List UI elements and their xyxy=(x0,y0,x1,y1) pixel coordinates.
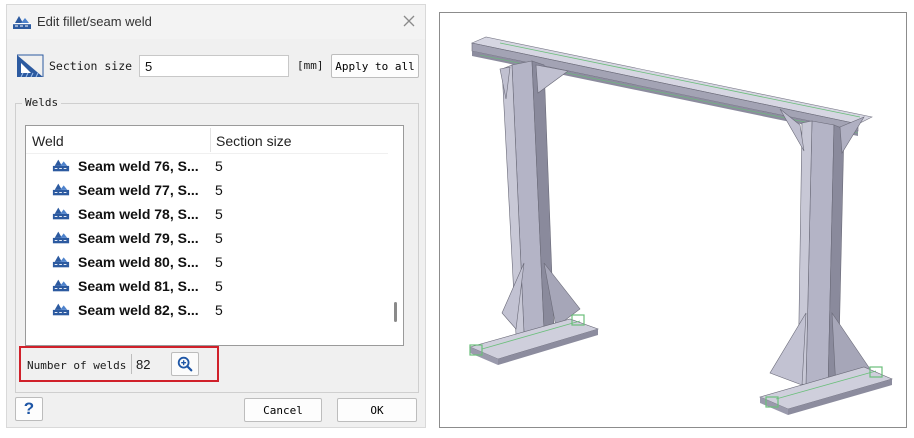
weld-icon xyxy=(52,183,70,196)
number-of-welds-label: Number of welds xyxy=(27,359,127,372)
weld-icon xyxy=(52,207,70,220)
list-scrollbar[interactable] xyxy=(388,126,403,345)
weld-section-size: 5 xyxy=(215,206,223,222)
unit-label: [mm] xyxy=(297,59,324,72)
weld-name: Seam weld 82, S... xyxy=(78,302,199,318)
column-weld[interactable]: Weld xyxy=(32,133,64,149)
weld-icon xyxy=(52,303,70,316)
dialog-title: Edit fillet/seam weld xyxy=(37,14,152,29)
table-row[interactable]: Seam weld 78, S... 5 xyxy=(26,202,388,226)
column-section-size[interactable]: Section size xyxy=(216,133,291,149)
weld-icon xyxy=(52,279,70,292)
weld-section-icon xyxy=(17,54,44,78)
weld-section-size: 5 xyxy=(215,230,223,246)
weld-name: Seam weld 81, S... xyxy=(78,278,199,294)
zoom-to-welds-button[interactable] xyxy=(171,352,199,376)
table-row[interactable]: Seam weld 82, S... 5 xyxy=(26,298,388,322)
title-bar: Edit fillet/seam weld xyxy=(7,5,425,39)
weld-name: Seam weld 79, S... xyxy=(78,230,199,246)
model-viewport[interactable] xyxy=(439,12,907,428)
weld-name: Seam weld 76, S... xyxy=(78,158,199,174)
section-size-label: Section size xyxy=(49,59,133,73)
edit-weld-dialog: Edit fillet/seam weld Section size [mm] … xyxy=(6,4,426,428)
weld-section-size: 5 xyxy=(215,158,223,174)
table-row[interactable]: Seam weld 77, S... 5 xyxy=(26,178,388,202)
close-icon[interactable] xyxy=(399,11,419,31)
welds-group-title: Welds xyxy=(22,96,62,109)
list-header: Weld Section size xyxy=(26,126,388,154)
table-row[interactable]: Seam weld 76, S... 5 xyxy=(26,154,388,178)
count-divider xyxy=(131,354,132,374)
section-size-input[interactable] xyxy=(139,55,289,77)
left-column xyxy=(499,60,581,336)
weld-list[interactable]: Weld Section size Seam weld 76, S... 5 S… xyxy=(25,125,404,346)
weld-section-size: 5 xyxy=(215,302,223,318)
help-button[interactable]: ? xyxy=(15,397,43,421)
cancel-button[interactable]: Cancel xyxy=(244,398,322,422)
weld-section-size: 5 xyxy=(215,278,223,294)
weld-icon xyxy=(13,16,31,29)
weld-section-size: 5 xyxy=(215,254,223,270)
weld-name: Seam weld 78, S... xyxy=(78,206,199,222)
section-size-row: Section size [mm] Apply to all xyxy=(7,53,425,79)
right-column xyxy=(769,108,871,392)
weld-icon xyxy=(52,231,70,244)
steel-frame-model xyxy=(469,36,893,415)
table-row[interactable]: Seam weld 79, S... 5 xyxy=(26,226,388,250)
table-row[interactable]: Seam weld 81, S... 5 xyxy=(26,274,388,298)
column-separator[interactable] xyxy=(210,128,211,152)
table-row[interactable]: Seam weld 80, S... 5 xyxy=(26,250,388,274)
weld-icon xyxy=(52,255,70,268)
number-of-welds-value: 82 xyxy=(136,357,151,372)
weld-section-size: 5 xyxy=(215,182,223,198)
zoom-in-icon xyxy=(177,356,193,372)
weld-rows: Seam weld 76, S... 5 Seam weld 77, S... … xyxy=(26,154,388,322)
weld-name: Seam weld 80, S... xyxy=(78,254,199,270)
number-of-welds-highlight: Number of welds 82 xyxy=(19,346,219,382)
weld-name: Seam weld 77, S... xyxy=(78,182,199,198)
scrollbar-thumb[interactable] xyxy=(394,302,397,322)
weld-icon xyxy=(52,159,70,172)
apply-to-all-button[interactable]: Apply to all xyxy=(331,54,419,78)
ok-button[interactable]: OK xyxy=(337,398,417,422)
